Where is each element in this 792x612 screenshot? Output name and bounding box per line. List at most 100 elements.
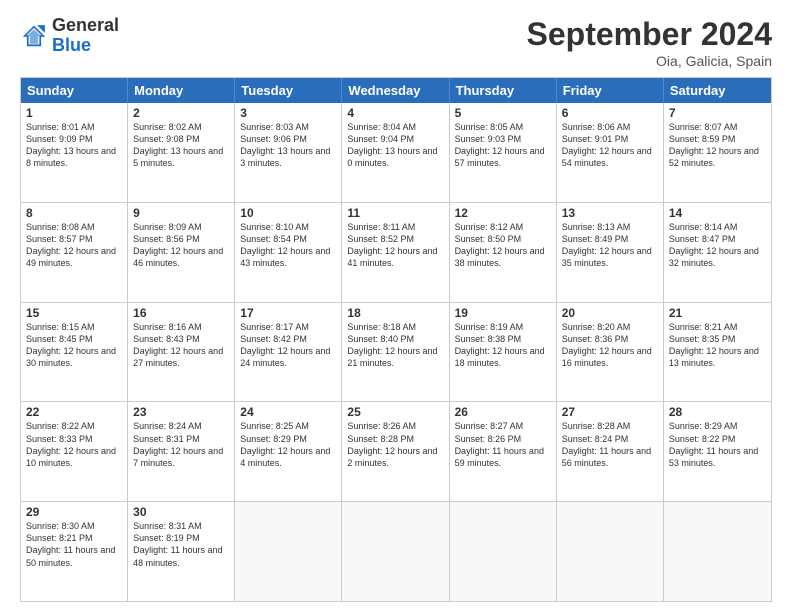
calendar-cell-1-2: 3Sunrise: 8:03 AMSunset: 9:06 PMDaylight… xyxy=(235,103,342,202)
day-number: 24 xyxy=(240,405,336,419)
cell-info: Sunrise: 8:21 AMSunset: 8:35 PMDaylight:… xyxy=(669,321,766,370)
day-number: 21 xyxy=(669,306,766,320)
calendar-cell-1-1: 2Sunrise: 8:02 AMSunset: 9:08 PMDaylight… xyxy=(128,103,235,202)
cell-info: Sunrise: 8:12 AMSunset: 8:50 PMDaylight:… xyxy=(455,221,551,270)
day-number: 9 xyxy=(133,206,229,220)
calendar-cell-4-6: 28Sunrise: 8:29 AMSunset: 8:22 PMDayligh… xyxy=(664,402,771,501)
calendar-cell-3-3: 18Sunrise: 8:18 AMSunset: 8:40 PMDayligh… xyxy=(342,303,449,402)
day-number: 7 xyxy=(669,106,766,120)
day-number: 12 xyxy=(455,206,551,220)
cell-info: Sunrise: 8:29 AMSunset: 8:22 PMDaylight:… xyxy=(669,420,766,469)
cell-info: Sunrise: 8:15 AMSunset: 8:45 PMDaylight:… xyxy=(26,321,122,370)
header-friday: Friday xyxy=(557,78,664,103)
logo-text: General Blue xyxy=(52,16,119,56)
calendar-cell-1-5: 6Sunrise: 8:06 AMSunset: 9:01 PMDaylight… xyxy=(557,103,664,202)
calendar-cell-1-3: 4Sunrise: 8:04 AMSunset: 9:04 PMDaylight… xyxy=(342,103,449,202)
calendar-cell-5-1: 30Sunrise: 8:31 AMSunset: 8:19 PMDayligh… xyxy=(128,502,235,601)
cell-info: Sunrise: 8:28 AMSunset: 8:24 PMDaylight:… xyxy=(562,420,658,469)
calendar-cell-3-4: 19Sunrise: 8:19 AMSunset: 8:38 PMDayligh… xyxy=(450,303,557,402)
calendar-cell-1-6: 7Sunrise: 8:07 AMSunset: 8:59 PMDaylight… xyxy=(664,103,771,202)
cell-info: Sunrise: 8:01 AMSunset: 9:09 PMDaylight:… xyxy=(26,121,122,170)
header-monday: Monday xyxy=(128,78,235,103)
calendar-cell-5-4 xyxy=(450,502,557,601)
calendar-cell-5-6 xyxy=(664,502,771,601)
day-number: 14 xyxy=(669,206,766,220)
day-number: 17 xyxy=(240,306,336,320)
logo-icon xyxy=(20,22,48,50)
day-number: 19 xyxy=(455,306,551,320)
month-title: September 2024 xyxy=(527,16,772,53)
calendar-row-3: 15Sunrise: 8:15 AMSunset: 8:45 PMDayligh… xyxy=(21,302,771,402)
calendar-row-5: 29Sunrise: 8:30 AMSunset: 8:21 PMDayligh… xyxy=(21,501,771,601)
calendar-cell-2-3: 11Sunrise: 8:11 AMSunset: 8:52 PMDayligh… xyxy=(342,203,449,302)
calendar-row-4: 22Sunrise: 8:22 AMSunset: 8:33 PMDayligh… xyxy=(21,401,771,501)
header-sunday: Sunday xyxy=(21,78,128,103)
day-number: 22 xyxy=(26,405,122,419)
day-number: 29 xyxy=(26,505,122,519)
header-tuesday: Tuesday xyxy=(235,78,342,103)
day-number: 3 xyxy=(240,106,336,120)
calendar-cell-2-4: 12Sunrise: 8:12 AMSunset: 8:50 PMDayligh… xyxy=(450,203,557,302)
day-number: 2 xyxy=(133,106,229,120)
cell-info: Sunrise: 8:06 AMSunset: 9:01 PMDaylight:… xyxy=(562,121,658,170)
calendar-cell-5-2 xyxy=(235,502,342,601)
cell-info: Sunrise: 8:11 AMSunset: 8:52 PMDaylight:… xyxy=(347,221,443,270)
cell-info: Sunrise: 8:09 AMSunset: 8:56 PMDaylight:… xyxy=(133,221,229,270)
calendar-row-1: 1Sunrise: 8:01 AMSunset: 9:09 PMDaylight… xyxy=(21,103,771,202)
calendar-cell-1-0: 1Sunrise: 8:01 AMSunset: 9:09 PMDaylight… xyxy=(21,103,128,202)
cell-info: Sunrise: 8:04 AMSunset: 9:04 PMDaylight:… xyxy=(347,121,443,170)
cell-info: Sunrise: 8:05 AMSunset: 9:03 PMDaylight:… xyxy=(455,121,551,170)
calendar-cell-2-6: 14Sunrise: 8:14 AMSunset: 8:47 PMDayligh… xyxy=(664,203,771,302)
cell-info: Sunrise: 8:16 AMSunset: 8:43 PMDaylight:… xyxy=(133,321,229,370)
day-number: 11 xyxy=(347,206,443,220)
cell-info: Sunrise: 8:22 AMSunset: 8:33 PMDaylight:… xyxy=(26,420,122,469)
header-wednesday: Wednesday xyxy=(342,78,449,103)
cell-info: Sunrise: 8:17 AMSunset: 8:42 PMDaylight:… xyxy=(240,321,336,370)
calendar-cell-4-2: 24Sunrise: 8:25 AMSunset: 8:29 PMDayligh… xyxy=(235,402,342,501)
page: General Blue September 2024 Oia, Galicia… xyxy=(0,0,792,612)
calendar-cell-2-5: 13Sunrise: 8:13 AMSunset: 8:49 PMDayligh… xyxy=(557,203,664,302)
calendar-cell-4-5: 27Sunrise: 8:28 AMSunset: 8:24 PMDayligh… xyxy=(557,402,664,501)
logo-general-text: General xyxy=(52,16,119,36)
day-number: 15 xyxy=(26,306,122,320)
day-number: 6 xyxy=(562,106,658,120)
day-number: 25 xyxy=(347,405,443,419)
day-number: 20 xyxy=(562,306,658,320)
day-number: 16 xyxy=(133,306,229,320)
calendar-cell-3-2: 17Sunrise: 8:17 AMSunset: 8:42 PMDayligh… xyxy=(235,303,342,402)
day-number: 23 xyxy=(133,405,229,419)
calendar-cell-5-3 xyxy=(342,502,449,601)
location-subtitle: Oia, Galicia, Spain xyxy=(527,53,772,69)
cell-info: Sunrise: 8:07 AMSunset: 8:59 PMDaylight:… xyxy=(669,121,766,170)
calendar-body: 1Sunrise: 8:01 AMSunset: 9:09 PMDaylight… xyxy=(21,103,771,601)
calendar-cell-1-4: 5Sunrise: 8:05 AMSunset: 9:03 PMDaylight… xyxy=(450,103,557,202)
calendar-cell-4-4: 26Sunrise: 8:27 AMSunset: 8:26 PMDayligh… xyxy=(450,402,557,501)
day-number: 8 xyxy=(26,206,122,220)
logo-blue-text: Blue xyxy=(52,36,119,56)
day-number: 28 xyxy=(669,405,766,419)
logo: General Blue xyxy=(20,16,119,56)
cell-info: Sunrise: 8:02 AMSunset: 9:08 PMDaylight:… xyxy=(133,121,229,170)
day-number: 18 xyxy=(347,306,443,320)
day-number: 5 xyxy=(455,106,551,120)
cell-info: Sunrise: 8:19 AMSunset: 8:38 PMDaylight:… xyxy=(455,321,551,370)
calendar-row-2: 8Sunrise: 8:08 AMSunset: 8:57 PMDaylight… xyxy=(21,202,771,302)
day-number: 4 xyxy=(347,106,443,120)
day-number: 13 xyxy=(562,206,658,220)
calendar-cell-3-6: 21Sunrise: 8:21 AMSunset: 8:35 PMDayligh… xyxy=(664,303,771,402)
cell-info: Sunrise: 8:24 AMSunset: 8:31 PMDaylight:… xyxy=(133,420,229,469)
header-saturday: Saturday xyxy=(664,78,771,103)
calendar-cell-4-0: 22Sunrise: 8:22 AMSunset: 8:33 PMDayligh… xyxy=(21,402,128,501)
header: General Blue September 2024 Oia, Galicia… xyxy=(20,16,772,69)
calendar-cell-3-1: 16Sunrise: 8:16 AMSunset: 8:43 PMDayligh… xyxy=(128,303,235,402)
calendar-cell-2-2: 10Sunrise: 8:10 AMSunset: 8:54 PMDayligh… xyxy=(235,203,342,302)
cell-info: Sunrise: 8:08 AMSunset: 8:57 PMDaylight:… xyxy=(26,221,122,270)
day-number: 26 xyxy=(455,405,551,419)
cell-info: Sunrise: 8:30 AMSunset: 8:21 PMDaylight:… xyxy=(26,520,122,569)
cell-info: Sunrise: 8:26 AMSunset: 8:28 PMDaylight:… xyxy=(347,420,443,469)
header-thursday: Thursday xyxy=(450,78,557,103)
calendar-cell-4-1: 23Sunrise: 8:24 AMSunset: 8:31 PMDayligh… xyxy=(128,402,235,501)
calendar-cell-2-0: 8Sunrise: 8:08 AMSunset: 8:57 PMDaylight… xyxy=(21,203,128,302)
cell-info: Sunrise: 8:03 AMSunset: 9:06 PMDaylight:… xyxy=(240,121,336,170)
calendar-cell-3-5: 20Sunrise: 8:20 AMSunset: 8:36 PMDayligh… xyxy=(557,303,664,402)
